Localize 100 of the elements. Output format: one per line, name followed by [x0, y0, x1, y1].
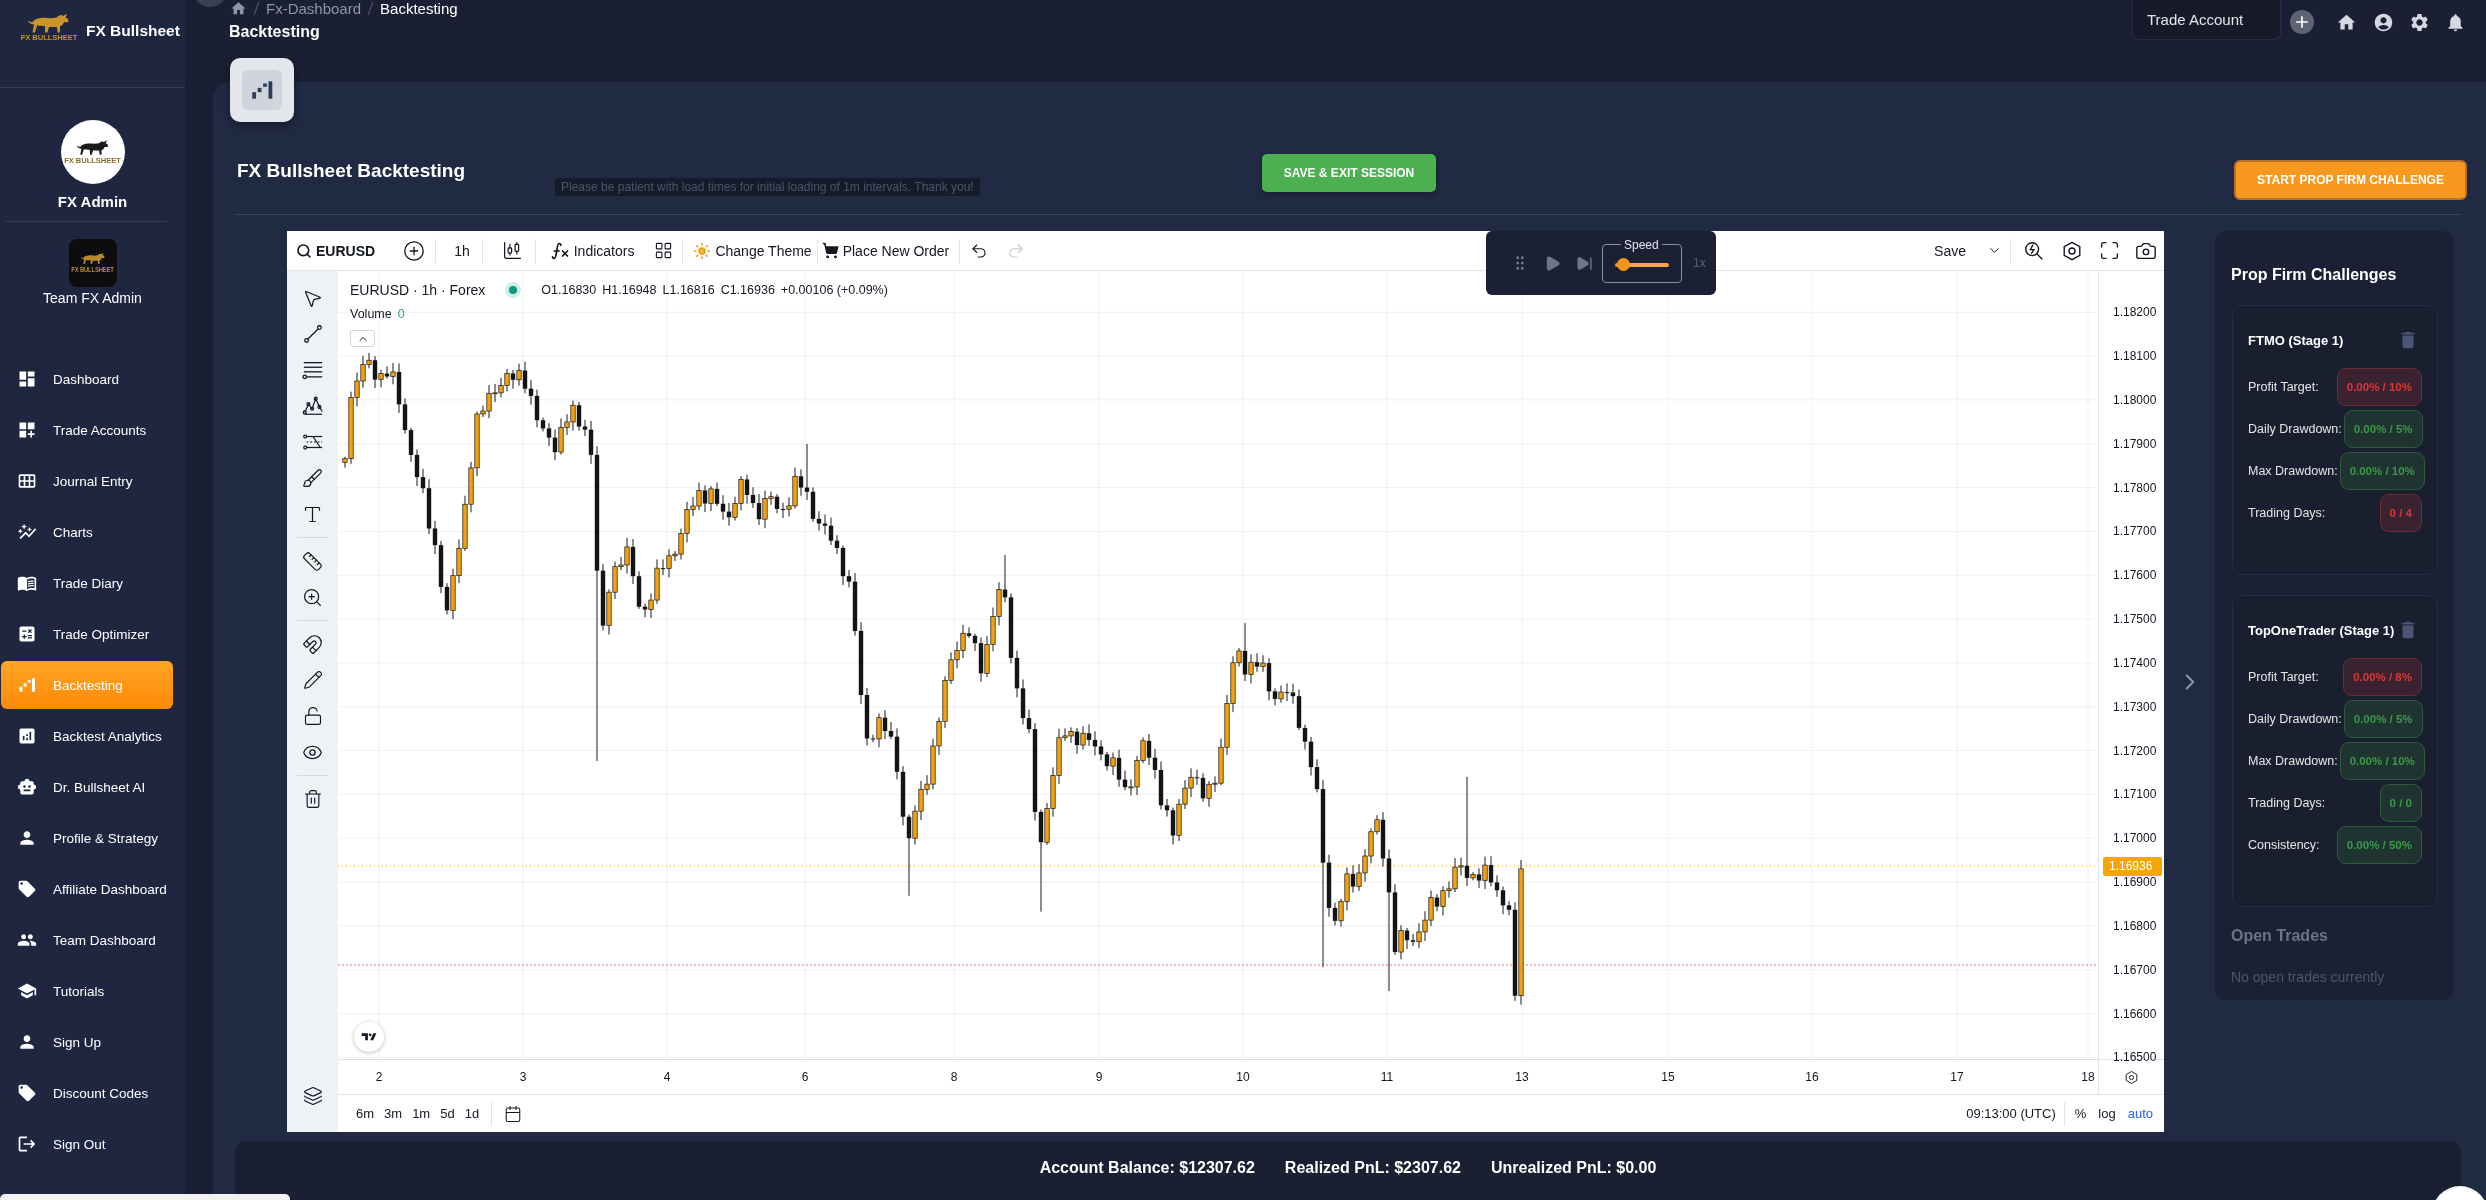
trash-icon[interactable] [302, 789, 323, 809]
fullscreen-icon[interactable] [2099, 240, 2120, 261]
pencil-icon[interactable] [302, 670, 323, 690]
place-order-button[interactable]: Place New Order [821, 242, 950, 259]
sidebar-item[interactable]: Tutorials [1, 967, 173, 1015]
undo-icon[interactable] [970, 241, 989, 260]
section-title: Open Trades [2231, 926, 2328, 946]
skip-forward-icon[interactable] [1576, 254, 1593, 272]
metric-label: Profit Target: [2248, 380, 2319, 394]
sidebar-item[interactable]: Sign Out [1, 1120, 173, 1168]
metric-label: Consistency: [2248, 838, 2320, 852]
brand-name: FX Bullsheet [86, 22, 180, 40]
metric-value-badge: 0.00% / 10% [2339, 452, 2425, 490]
time-axis-label: 10 [1236, 1069, 1250, 1085]
price-axis-label: 1.17500 [2113, 611, 2157, 628]
account-summary-text: Realized PnL: $2307.62 [1284, 1158, 1461, 1178]
projection-lines-icon[interactable] [301, 431, 324, 453]
ruler-icon[interactable] [302, 550, 323, 572]
add-circle-icon[interactable] [403, 239, 426, 262]
sidebar-item[interactable]: Profile & Strategy [1, 814, 173, 862]
function-icon [549, 240, 570, 261]
metric-value-badge: 0.00% / 10% [2336, 368, 2422, 406]
time-axis-label: 8 [950, 1069, 958, 1085]
sidebar-item[interactable]: Dr. Bullsheet AI [1, 763, 173, 811]
metric-label: Daily Drawdown: [2248, 422, 2342, 436]
metric-value-badge: 0.00% / 5% [2343, 410, 2423, 448]
volume-value: 0 [397, 307, 405, 321]
range-button[interactable]: 6m [352, 1103, 379, 1124]
metric-label: Trading Days: [2248, 796, 2326, 810]
sidebar-item[interactable]: Discount Codes [1, 1069, 173, 1117]
range-button[interactable]: 1d [460, 1103, 484, 1124]
sidebar-item[interactable]: Sign Up [1, 1018, 173, 1066]
home-icon[interactable] [230, 0, 247, 17]
home-icon[interactable] [2336, 12, 2357, 33]
sidebar-item[interactable]: Backtest Analytics [1, 712, 173, 760]
calculator-icon [17, 624, 37, 644]
price-axis-label: 1.17000 [2113, 830, 2157, 847]
collapse-legend-button[interactable] [350, 330, 375, 347]
price-axis-label: 1.16500 [2113, 1049, 2157, 1066]
grid-plus-icon [17, 420, 37, 440]
symbol-search-button[interactable]: EURUSD [296, 242, 376, 259]
layers-icon[interactable] [302, 1086, 323, 1106]
breadcrumb-link[interactable]: Fx-Dashboard [266, 0, 362, 17]
sidebar-item[interactable]: Dashboard [1, 355, 173, 403]
price-axis-label: 1.16600 [2113, 1005, 2157, 1022]
ohlc-value: +0.00106 (+0.09%) [780, 283, 888, 297]
metric-label: Trading Days: [2248, 506, 2326, 520]
price-axis-label: 1.18200 [2113, 304, 2157, 321]
play-icon[interactable] [1544, 254, 1561, 272]
scale-option-button[interactable]: log [2094, 1103, 2120, 1124]
grid-icon[interactable] [654, 241, 674, 260]
speed-slider[interactable]: Speed [1602, 237, 1682, 283]
scale-option-button[interactable]: auto [2123, 1103, 2157, 1124]
settings-icon[interactable] [2061, 239, 2083, 262]
sidebar-item[interactable]: Trade Diary [1, 559, 173, 607]
time-axis-label: 18 [2081, 1069, 2095, 1085]
horizontal-lines-icon[interactable] [301, 359, 324, 381]
price-axis-label: 1.17900 [2113, 435, 2157, 452]
sidebar-item[interactable]: Charts [1, 508, 173, 556]
indicators-button[interactable]: Indicators [549, 240, 635, 261]
page-header-title: Backtesting [229, 22, 320, 42]
tag-icon [17, 1083, 37, 1103]
metric-label: Max Drawdown: [2248, 464, 2338, 478]
settings-icon[interactable] [2409, 12, 2430, 33]
range-button[interactable]: 3m [380, 1103, 407, 1124]
sidebar-item[interactable]: Affiliate Dashboard [1, 865, 173, 913]
price-axis-label: 1.18100 [2113, 348, 2157, 365]
magnifier-bolt-icon[interactable] [2023, 239, 2045, 262]
candlestick-icon[interactable] [501, 240, 523, 261]
speed-slider-thumb[interactable] [1616, 258, 1630, 271]
sidebar-item[interactable]: Team Dashboard [1, 916, 173, 964]
zoom-in-icon[interactable] [302, 586, 323, 608]
account-select[interactable]: Trade Account [2132, 0, 2281, 40]
time-axis-label: 9 [1095, 1069, 1103, 1085]
graduation-cap-icon [17, 981, 37, 1001]
range-button[interactable]: 5d [436, 1103, 459, 1124]
unlocked-padlock-icon[interactable] [302, 706, 323, 726]
brush-icon[interactable] [302, 467, 323, 489]
time-axis-label: 4 [663, 1069, 671, 1085]
calendar-icon[interactable] [504, 1104, 523, 1123]
sidebar-item[interactable]: Trade Optimizer [1, 610, 173, 658]
interval-button[interactable]: 1h [454, 242, 470, 259]
chart-clock: 09:13:00 (UTC) [1966, 1106, 2056, 1121]
add-button[interactable] [2290, 10, 2314, 34]
time-axis-label: 6 [801, 1069, 809, 1085]
settings-icon[interactable] [2124, 1069, 2139, 1085]
calendar-grid-icon [17, 471, 37, 491]
magnet-icon[interactable] [302, 633, 323, 655]
range-button[interactable]: 1m [408, 1103, 435, 1124]
trend-line-icon[interactable] [301, 323, 324, 345]
sidebar-item[interactable]: Journal Entry [1, 457, 173, 505]
scale-option-button[interactable]: % [2070, 1103, 2091, 1124]
price-axis-label: 1.17700 [2113, 523, 2157, 540]
save-layout-button[interactable]: Save [1934, 242, 1966, 259]
ohlc-value: H1.16948 [602, 283, 657, 297]
price-axis-label: 1.16900 [2113, 874, 2157, 891]
zigzag-pattern-icon[interactable] [301, 395, 324, 417]
sidebar-item[interactable]: Trade Accounts [1, 406, 173, 454]
panel-title: Prop Firm Challenges [2231, 265, 2398, 285]
change-theme-button[interactable]: Change Theme [693, 241, 812, 260]
